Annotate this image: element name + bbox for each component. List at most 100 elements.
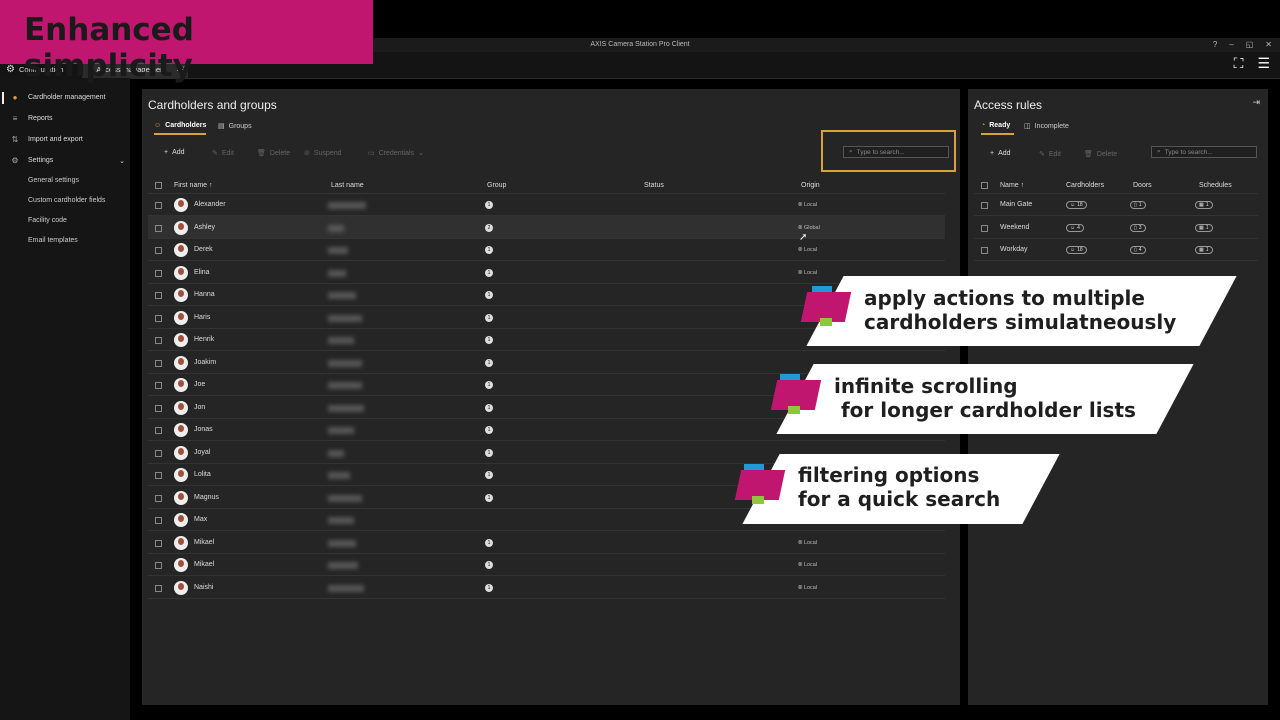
column-doors[interactable]: Doors <box>1133 182 1152 189</box>
sidebar-item-general-settings[interactable]: General settings <box>28 177 79 184</box>
sidebar-item-label: Reports <box>28 115 53 122</box>
group-count-badge: 1 <box>485 561 493 569</box>
edit-button[interactable]: ✎ Edit <box>212 149 234 158</box>
group-count-badge: 1 <box>485 336 493 344</box>
rule-name-cell[interactable]: Workday <box>1000 246 1028 253</box>
avatar <box>174 310 188 325</box>
row-checkbox[interactable] <box>155 404 162 412</box>
suspend-label: Suspend <box>313 149 342 157</box>
last-name-redacted <box>328 224 344 232</box>
column-schedules[interactable]: Schedules <box>1199 182 1232 189</box>
restore-button[interactable]: ◱ <box>1246 40 1254 49</box>
collapse-panel-icon[interactable]: ⇥ <box>1252 97 1260 108</box>
origin-label: Local <box>803 247 818 253</box>
first-name-cell: Naishi <box>194 583 214 591</box>
row-checkbox[interactable] <box>155 247 162 254</box>
rule-name-cell[interactable]: Main Gate <box>1000 201 1032 208</box>
column-cardholders[interactable]: Cardholders <box>1066 182 1104 189</box>
row-checkbox[interactable] <box>155 449 162 457</box>
row-divider <box>148 440 945 441</box>
access-edit-button[interactable]: ✎ Edit <box>1039 150 1061 159</box>
group-count-badge: 1 <box>485 471 493 479</box>
row-checkbox[interactable] <box>155 202 162 209</box>
row-divider <box>148 282 945 284</box>
page-title: Cardholders and groups <box>148 98 277 112</box>
search-placeholder: Type to search... <box>1164 148 1213 156</box>
edit-label: Edit <box>1048 150 1061 158</box>
delete-button[interactable]: 🗑 Delete <box>257 149 290 158</box>
row-checkbox[interactable] <box>155 314 162 322</box>
row-checkbox[interactable] <box>155 562 162 569</box>
suspend-button[interactable]: ⊘ Suspend <box>304 149 342 158</box>
credentials-button[interactable]: ▭ Credentials ⌄ <box>368 149 424 158</box>
row-checkbox[interactable] <box>155 517 162 524</box>
origin-cell: ⦾ Local <box>798 247 817 254</box>
sidebar-item-email-templates[interactable]: Email templates <box>28 237 78 244</box>
tab-groups[interactable]: ▤ Groups <box>218 122 252 131</box>
fullscreen-icon[interactable]: ⛶ <box>1234 55 1244 72</box>
row-checkbox[interactable] <box>981 202 988 209</box>
sidebar-item-custom-fields[interactable]: Custom cardholder fields <box>28 197 105 204</box>
avatar <box>174 423 188 437</box>
access-search-input[interactable]: ⌕ Type to search... <box>1151 146 1257 158</box>
select-all-checkbox[interactable] <box>155 182 162 189</box>
access-delete-button[interactable]: 🗑 Delete <box>1084 150 1117 159</box>
row-checkbox[interactable] <box>155 224 162 232</box>
sidebar-item-facility-code[interactable]: Facility code <box>28 217 67 224</box>
row-checkbox[interactable] <box>155 292 162 299</box>
rule-name-cell[interactable]: Weekend <box>1000 224 1029 231</box>
row-checkbox[interactable] <box>155 269 162 277</box>
column-last-name[interactable]: Last name <box>331 182 364 189</box>
group-count-badge: 1 <box>485 403 493 412</box>
tab-ready[interactable]: ◔ Ready <box>981 122 1010 129</box>
row-checkbox[interactable] <box>155 359 162 367</box>
row-checkbox[interactable] <box>155 337 162 344</box>
tab-cardholders[interactable]: ☺ Cardholders <box>154 122 206 129</box>
origin-label: Local <box>803 562 818 568</box>
group-count-badge: 1 <box>485 201 493 209</box>
doors-pill: ▯ 3 <box>1130 223 1146 232</box>
row-checkbox[interactable] <box>981 224 988 232</box>
pill-value: 4 <box>1077 224 1080 231</box>
column-origin[interactable]: Origin <box>801 182 820 189</box>
origin-label: Global <box>803 224 820 231</box>
origin-cell: ⦾ Local <box>798 202 817 209</box>
row-checkbox[interactable] <box>981 247 988 254</box>
plus-icon: + <box>164 149 169 156</box>
menu-icon[interactable]: ☰ <box>1257 55 1270 72</box>
column-group[interactable]: Group <box>487 182 506 189</box>
last-name-redacted <box>328 314 362 322</box>
row-checkbox[interactable] <box>155 494 162 502</box>
sidebar-item-cardholder-management[interactable]: ● Cardholder management <box>10 93 106 102</box>
avatar <box>174 558 188 572</box>
callout-line1: infinite scrolling <box>834 374 1018 398</box>
row-checkbox[interactable] <box>155 382 162 389</box>
pill-value: 3 <box>1138 224 1142 231</box>
tab-incomplete[interactable]: ◫ Incomplete <box>1024 122 1069 131</box>
avatar <box>174 288 188 302</box>
row-checkbox[interactable] <box>155 539 162 547</box>
access-add-button[interactable]: + Add <box>990 150 1011 157</box>
minimize-button[interactable]: – <box>1229 40 1233 49</box>
help-button[interactable]: ? <box>1213 40 1217 49</box>
column-first-name[interactable]: First name ↑ <box>174 182 213 189</box>
sidebar-item-reports[interactable]: ≡ Reports <box>10 114 53 123</box>
row-checkbox[interactable] <box>155 427 162 434</box>
row-checkbox[interactable] <box>155 472 162 479</box>
sidebar-item-import-export[interactable]: ⇅ Import and export <box>10 135 83 144</box>
column-name[interactable]: Name ↑ <box>1000 182 1024 189</box>
callout-text: filtering options for a quick search <box>798 463 1000 511</box>
calendar-icon: ▦ <box>1199 247 1204 253</box>
sidebar-item-settings[interactable]: ⚙ Settings ⌄ <box>10 156 125 165</box>
trash-icon: 🗑 <box>257 150 266 157</box>
last-name-redacted <box>328 539 356 547</box>
last-name-redacted <box>328 292 356 299</box>
close-button[interactable]: ✕ <box>1265 40 1272 49</box>
row-checkbox[interactable] <box>155 584 162 592</box>
search-highlight <box>821 130 956 172</box>
pill-value: 1 <box>1205 202 1209 208</box>
column-status[interactable]: Status <box>644 182 664 189</box>
users-icon: ☺ <box>154 122 162 129</box>
add-button[interactable]: + Add <box>164 149 185 156</box>
access-select-all-checkbox[interactable] <box>981 182 988 189</box>
